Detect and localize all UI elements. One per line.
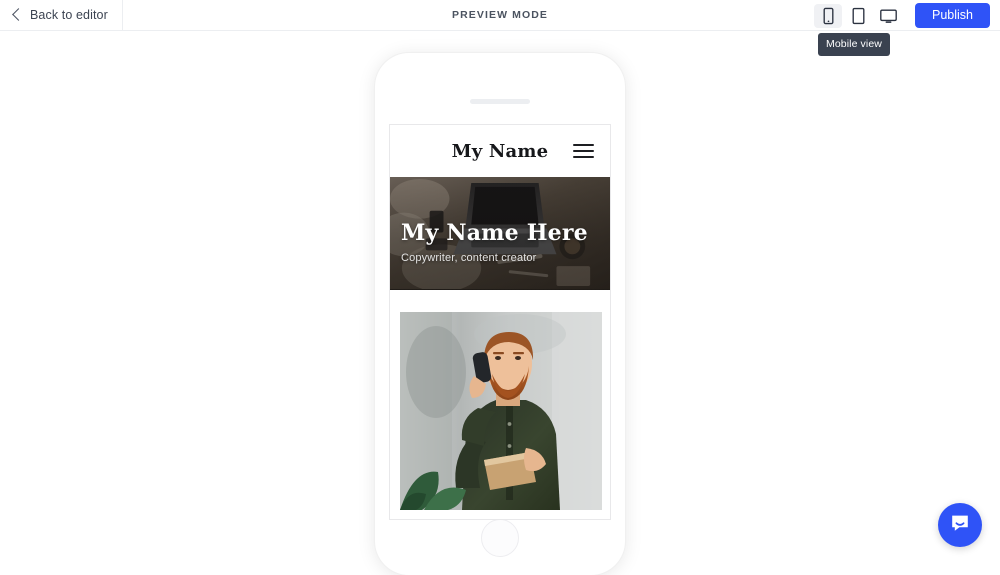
intercom-launcher-button[interactable]: [938, 503, 982, 547]
publish-button[interactable]: Publish: [915, 3, 990, 29]
device-toggle-desktop[interactable]: [874, 4, 902, 28]
desktop-monitor-icon: [879, 7, 898, 25]
portrait-photo: [400, 312, 602, 510]
device-toggle-tablet[interactable]: [844, 4, 872, 28]
mobile-device-frame: My Name: [375, 53, 625, 575]
back-to-editor-button[interactable]: Back to editor: [0, 0, 123, 31]
mobile-phone-icon: [821, 7, 836, 25]
hero-title: My Name Here: [401, 222, 588, 245]
phone-speaker-slit: [470, 99, 530, 104]
back-to-editor-label: Back to editor: [30, 8, 108, 22]
hamburger-menu-icon[interactable]: [573, 144, 594, 158]
site-portrait-section: [390, 290, 610, 520]
site-brand-title: My Name: [452, 141, 549, 162]
hero-subtitle: Copywriter, content creator: [401, 252, 588, 264]
hero-text-block: My Name Here Copywriter, content creator: [401, 222, 588, 264]
preview-canvas: My Name: [0, 31, 1000, 559]
portrait-image-frame: [400, 312, 602, 510]
phone-screen: My Name: [389, 124, 611, 520]
phone-home-button: [481, 519, 519, 557]
topbar-right-controls: Publish: [813, 0, 996, 31]
site-hero-section: My Name Here Copywriter, content creator: [390, 177, 610, 290]
chevron-left-icon: [12, 8, 25, 21]
tablet-icon: [850, 7, 867, 25]
device-toggle-mobile[interactable]: [814, 4, 842, 28]
editor-topbar: Back to editor PREVIEW MODE: [0, 0, 1000, 31]
device-tooltip: Mobile view: [818, 33, 890, 56]
intercom-chat-bubble-icon: [949, 512, 971, 539]
site-navbar: My Name: [390, 125, 610, 177]
